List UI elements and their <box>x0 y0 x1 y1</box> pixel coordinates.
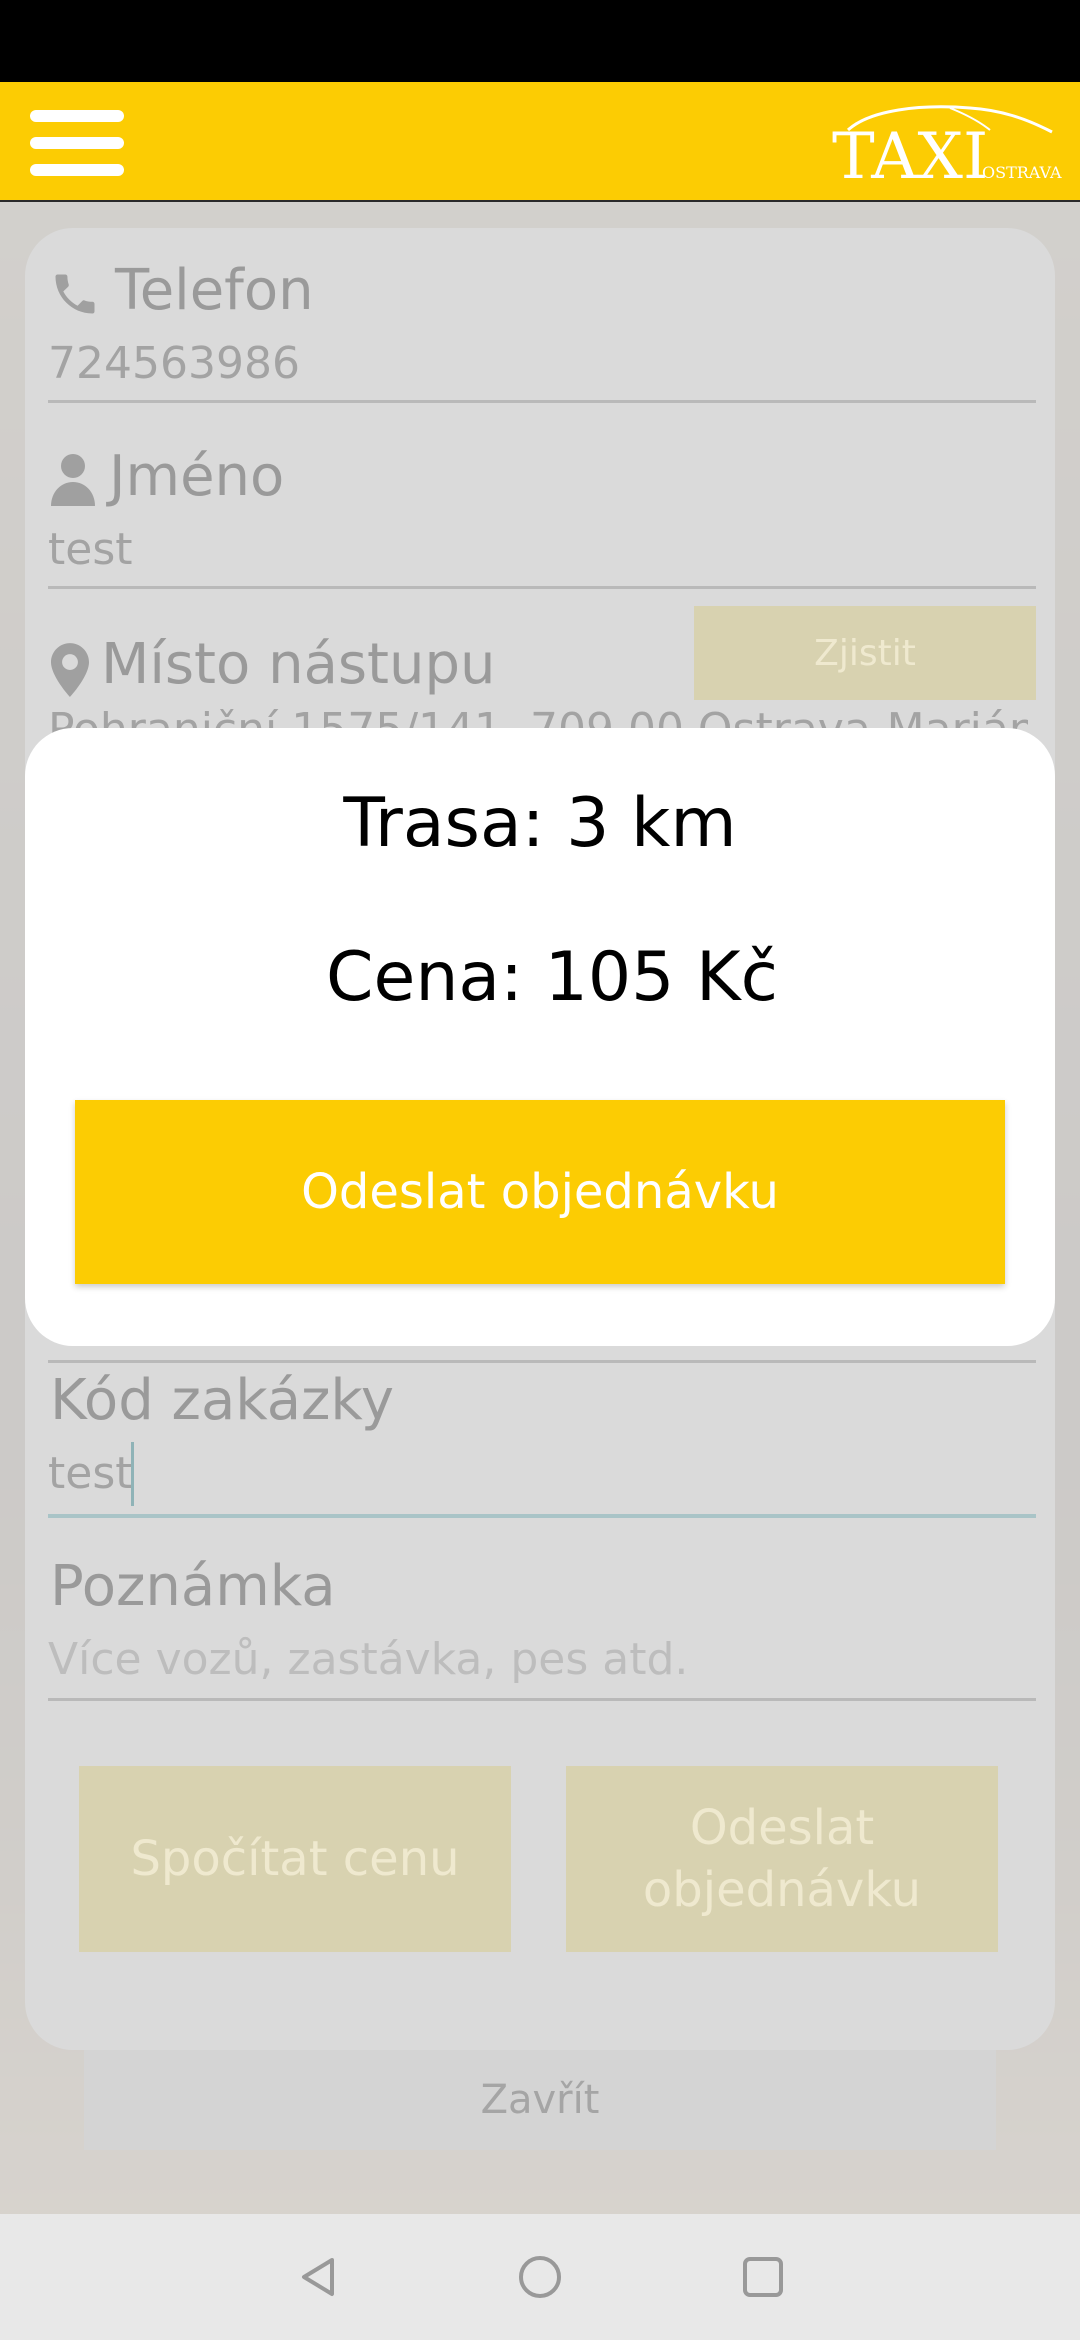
phone-underline <box>48 400 1036 403</box>
hidden-field-underline <box>48 1360 1036 1363</box>
close-button[interactable]: Zavřít <box>84 2050 996 2150</box>
name-underline <box>48 586 1036 589</box>
svg-text:OSTRAVA: OSTRAVA <box>982 163 1062 182</box>
phone-icon <box>55 274 95 314</box>
home-icon[interactable] <box>517 2254 563 2300</box>
note-underline <box>48 1698 1036 1701</box>
note-field[interactable]: Více vozů, zastávka, pes atd. <box>48 1634 688 1685</box>
detect-location-button[interactable]: Zjistit <box>694 606 1036 700</box>
recents-icon[interactable] <box>740 2254 786 2300</box>
note-label: Poznámka <box>50 1554 336 1619</box>
order-code-underline <box>48 1514 1036 1518</box>
order-code-field[interactable]: test <box>48 1448 133 1499</box>
navigation-bar <box>0 2214 1080 2340</box>
taxi-logo: TAXI OSTRAVA <box>832 105 1062 182</box>
app-header: TAXI OSTRAVA <box>0 82 1080 202</box>
text-cursor <box>131 1442 134 1506</box>
phone-field[interactable]: 724563986 <box>48 338 300 389</box>
name-label: Jméno <box>109 444 285 509</box>
location-pin-icon <box>51 643 89 697</box>
status-bar <box>0 0 1080 82</box>
pickup-label: Místo nástupu <box>101 632 496 697</box>
user-icon <box>51 454 95 506</box>
send-order-button[interactable]: Odeslat objednávku <box>75 1100 1005 1284</box>
svg-text:TAXI: TAXI <box>832 120 988 182</box>
calculate-price-button[interactable]: Spočítat cenu <box>79 1766 511 1952</box>
submit-order-button[interactable]: Odeslat objednávku <box>566 1766 998 1952</box>
route-distance: Trasa: 3 km <box>343 784 737 863</box>
order-code-label: Kód zakázky <box>50 1368 394 1433</box>
price-amount: Cena: 105 Kč <box>326 938 778 1017</box>
name-field[interactable]: test <box>48 524 133 575</box>
phone-label: Telefon <box>115 258 314 323</box>
back-icon[interactable] <box>296 2254 342 2300</box>
menu-icon[interactable] <box>30 110 126 176</box>
